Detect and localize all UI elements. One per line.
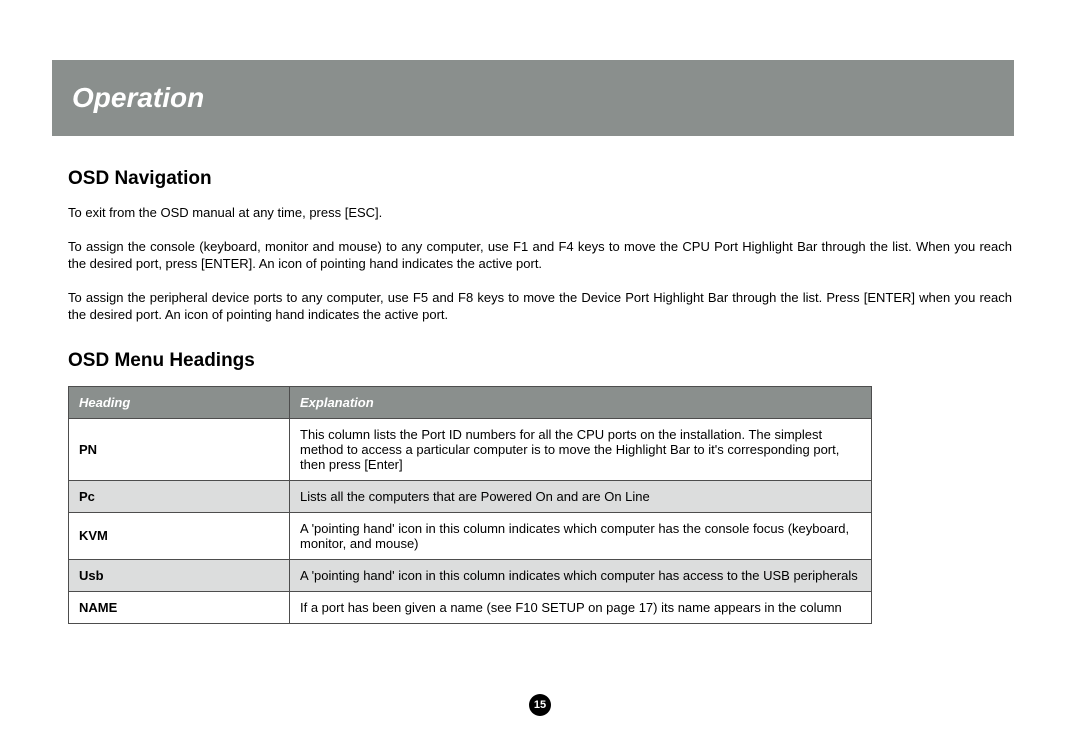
row-heading: PN (69, 418, 290, 480)
table-row: PN This column lists the Port ID numbers… (69, 418, 872, 480)
table-header-explanation: Explanation (290, 386, 872, 418)
osd-nav-paragraph-3: To assign the peripheral device ports to… (68, 289, 1012, 324)
table-header-row: Heading Explanation (69, 386, 872, 418)
content-area: OSD Navigation To exit from the OSD manu… (68, 168, 1012, 624)
osd-nav-paragraph-1: To exit from the OSD manual at any time,… (68, 204, 1012, 222)
row-heading: NAME (69, 591, 290, 623)
osd-menu-headings-heading: OSD Menu Headings (68, 350, 1012, 372)
table-row: KVM A 'pointing hand' icon in this colum… (69, 512, 872, 559)
document-page: Operation OSD Navigation To exit from th… (0, 0, 1080, 742)
page-number-wrap: 15 (0, 694, 1080, 716)
osd-nav-paragraph-2: To assign the console (keyboard, monitor… (68, 238, 1012, 273)
page-number-badge: 15 (529, 694, 551, 716)
row-heading: Usb (69, 559, 290, 591)
table-row: NAME If a port has been given a name (se… (69, 591, 872, 623)
table-row: Usb A 'pointing hand' icon in this colum… (69, 559, 872, 591)
osd-menu-table: Heading Explanation PN This column lists… (68, 386, 872, 624)
row-explanation: This column lists the Port ID numbers fo… (290, 418, 872, 480)
table-row: Pc Lists all the computers that are Powe… (69, 480, 872, 512)
row-heading: Pc (69, 480, 290, 512)
row-explanation: A 'pointing hand' icon in this column in… (290, 512, 872, 559)
section-banner: Operation (52, 60, 1014, 136)
table-header-heading: Heading (69, 386, 290, 418)
row-explanation: A 'pointing hand' icon in this column in… (290, 559, 872, 591)
osd-navigation-heading: OSD Navigation (68, 168, 1012, 190)
row-explanation: If a port has been given a name (see F10… (290, 591, 872, 623)
banner-title: Operation (72, 82, 204, 114)
row-heading: KVM (69, 512, 290, 559)
row-explanation: Lists all the computers that are Powered… (290, 480, 872, 512)
